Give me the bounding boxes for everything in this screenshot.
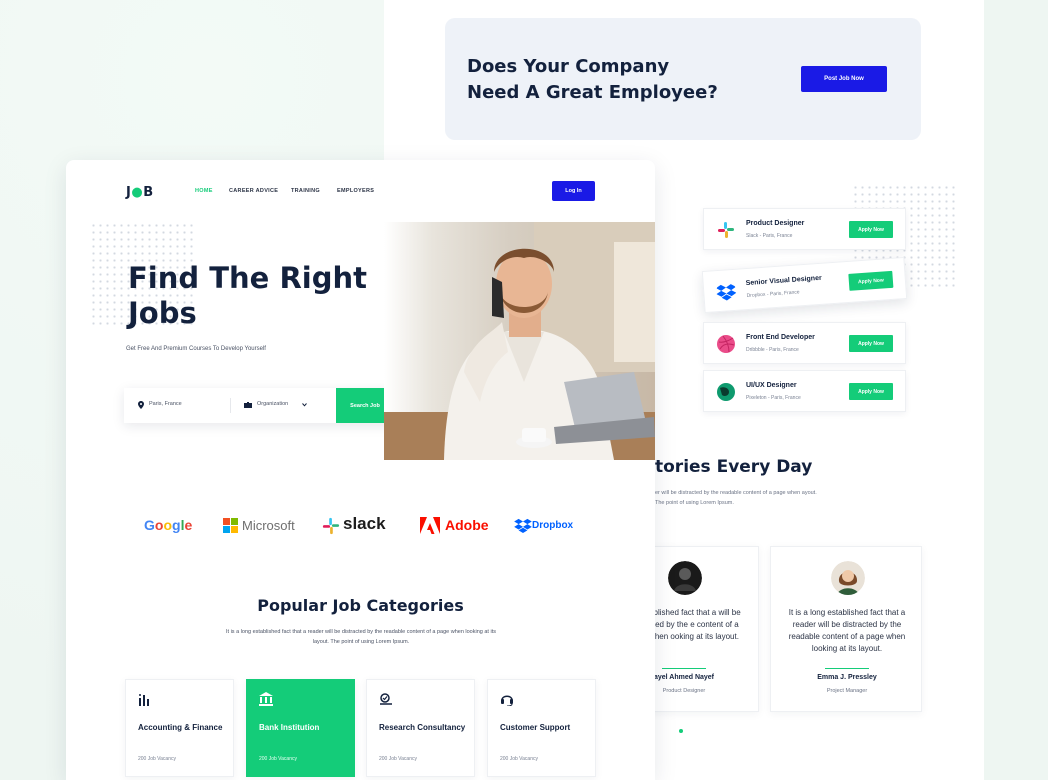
nav-employers[interactable]: EMPLOYERS [337, 188, 374, 194]
category-card[interactable]: Bank Institution 200 Job Vacancy [246, 679, 355, 777]
divider [662, 668, 706, 669]
apply-now-button[interactable]: Apply Now [849, 383, 893, 400]
job-company: Dribbble - Paris, France [746, 347, 799, 353]
job-card[interactable]: UI/UX Designer Pixeleton - Paris, France… [703, 370, 906, 412]
dropbox-icon [514, 518, 532, 533]
job-company: Slack - Paris, France [746, 233, 793, 239]
category-name: Research Consultancy [379, 723, 466, 732]
logo[interactable]: J●B [126, 185, 154, 200]
job-title: Product Designer [746, 220, 805, 227]
testimonial-role: Project Manager [826, 688, 868, 694]
nav-training[interactable]: TRAINING [291, 188, 320, 194]
job-title: UI/UX Designer [746, 382, 797, 389]
category-vacancy: 200 Job Vacancy [138, 756, 176, 762]
organization-select[interactable]: Organization [257, 401, 288, 407]
dribbble-icon [717, 335, 735, 353]
brand-microsoft: Microsoft [242, 518, 295, 533]
testimonial-card: It is a long established fact that a rea… [770, 546, 922, 712]
category-name: Bank Institution [259, 723, 320, 732]
headset-icon [501, 695, 513, 706]
testimonial-text: It is a long established fact that a rea… [788, 608, 906, 653]
slack-icon [718, 222, 734, 238]
company-cta-box: Does Your Company Need A Great Employee?… [445, 18, 921, 140]
stories-description: er will be distracted by the readable co… [655, 490, 817, 506]
brand-dropbox: Dropbox [532, 520, 574, 531]
post-job-button[interactable]: Post Job Now [801, 66, 887, 92]
stories-title: tories Every Day [655, 457, 813, 477]
brand-slack: slack [343, 514, 386, 533]
chart-icon [139, 694, 149, 706]
logo-letter: B [143, 185, 154, 200]
logo-dot: ● [131, 185, 144, 200]
brand-adobe: Adobe [445, 517, 489, 533]
apply-now-button[interactable]: Apply Now [848, 270, 894, 291]
category-vacancy: 200 Job Vacancy [379, 756, 417, 762]
job-title: Front End Developer [746, 334, 815, 341]
job-title: Senior Visual Designer [745, 274, 822, 288]
login-button[interactable]: Log In [552, 181, 595, 201]
category-vacancy: 200 Job Vacancy [259, 756, 297, 762]
category-card[interactable]: Customer Support 200 Job Vacancy [487, 679, 596, 777]
avatar [668, 561, 702, 595]
carousel-dot[interactable] [679, 729, 683, 733]
dropbox-icon [716, 284, 737, 301]
job-company: Pixeleton - Paris, France [746, 395, 801, 401]
microsoft-icon [223, 518, 238, 533]
man-on-phone-image [384, 222, 655, 460]
adobe-icon [420, 517, 440, 534]
research-icon [380, 693, 392, 705]
hero-title: Find The Right Jobs [128, 261, 367, 330]
nav-home[interactable]: HOME [195, 188, 213, 194]
job-company: Dropbox - Paris, France [746, 289, 800, 300]
chevron-down-icon [302, 403, 307, 407]
apply-now-button[interactable]: Apply Now [849, 221, 893, 238]
categories-description: It is a long established fact that a rea… [226, 629, 496, 645]
apply-now-button[interactable]: Apply Now [849, 335, 893, 352]
testimonial-name: Emma J. Pressley [817, 674, 877, 681]
category-card[interactable]: Accounting & Finance 200 Job Vacancy [125, 679, 234, 777]
job-card[interactable]: Front End Developer Dribbble - Paris, Fr… [703, 322, 906, 364]
hero-subtitle: Get Free And Premium Courses To Develop … [126, 346, 266, 352]
avatar [831, 561, 865, 595]
category-name: Accounting & Finance [138, 723, 223, 732]
nav-career-advice[interactable]: CAREER ADVICE [229, 188, 278, 194]
pixeleton-icon [717, 383, 735, 401]
category-vacancy: 200 Job Vacancy [500, 756, 538, 762]
categories-title: Popular Job Categories [257, 596, 464, 615]
slack-icon [322, 517, 340, 535]
hero-photo [384, 222, 655, 460]
job-card[interactable]: Product Designer Slack - Paris, France A… [703, 208, 906, 250]
brand-google: Google [144, 517, 193, 533]
location-pin-icon [138, 401, 144, 409]
cta-title: Does Your Company Need A Great Employee? [467, 56, 718, 103]
category-card[interactable]: Research Consultancy 200 Job Vacancy [366, 679, 475, 777]
divider [230, 398, 231, 413]
front-page-panel: J●B HOME CAREER ADVICE TRAINING EMPLOYER… [66, 160, 655, 780]
bank-icon [259, 692, 273, 706]
location-field[interactable]: Paris, France [149, 401, 182, 407]
briefcase-icon [244, 402, 252, 408]
job-search-bar: Paris, France Organization Search Job [124, 388, 394, 423]
divider [825, 668, 869, 669]
category-name: Customer Support [500, 723, 571, 732]
